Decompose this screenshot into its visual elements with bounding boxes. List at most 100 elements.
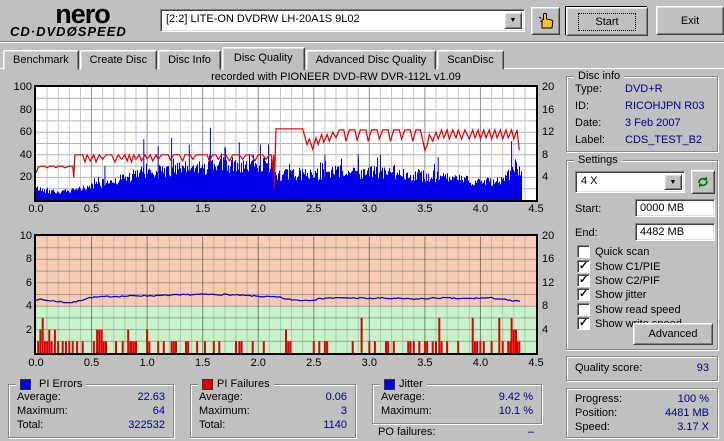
app-window: nero CD·DVDØSPEED [2:2] LITE-ON DVDRW LH… <box>0 0 724 441</box>
tab-advanced-disc-quality[interactable]: Advanced Disc Quality <box>305 50 437 70</box>
pi-errors-legend-icon <box>20 378 31 390</box>
axis-tick-label: 20 <box>542 81 555 93</box>
checkbox-show-jitter[interactable]: Show jitter <box>577 287 646 301</box>
axis-tick-label: 2.0 <box>250 203 266 215</box>
checkbox-box[interactable] <box>577 316 590 330</box>
disc-id-value: RICOHJPN R03 <box>625 100 705 112</box>
tab-create-disc[interactable]: Create Disc <box>79 50 158 70</box>
axis-tick-label: 60 <box>19 126 32 139</box>
axis-tick-label: 1.0 <box>139 357 155 369</box>
chevron-down-icon: ▼ <box>669 178 677 186</box>
axis-tick-label: 8 <box>25 253 32 266</box>
drive-select-value: [2:2] LITE-ON DVDRW LH-20A1S 9L02 <box>166 13 360 25</box>
tab-bar: Benchmark Create Disc Disc Info Disc Qua… <box>3 46 505 70</box>
jitter-stats: Jitter Average: 9.42 % Maximum: 10.1 % <box>372 378 542 424</box>
axis-tick-label: 8 <box>542 300 549 313</box>
speed-select[interactable]: 4 X ▼ <box>575 171 685 193</box>
drive-select-arrow[interactable]: ▼ <box>504 12 522 29</box>
end-field[interactable]: 4482 MB <box>635 223 715 241</box>
start-button-label: Start <box>578 12 636 31</box>
tab-disc-info[interactable]: Disc Info <box>158 50 221 70</box>
po-failures-label: PO failures: <box>378 426 436 438</box>
toolbar-divider <box>0 41 724 43</box>
axis-tick-label: 40 <box>19 148 32 161</box>
quality-score-panel: Quality score: 93 <box>566 356 718 381</box>
settings-title: Settings <box>574 154 622 166</box>
pi-failures-stats: PI Failures Average: 0.06 Maximum: 3 Tot… <box>190 378 356 438</box>
axis-tick-label: 2.0 <box>250 357 266 369</box>
axis-tick-label: 20 <box>19 171 32 184</box>
checkbox-show-read-speed[interactable]: Show read speed <box>577 303 681 316</box>
disc-info-title: Disc info <box>574 70 625 82</box>
refresh-icon <box>698 176 708 188</box>
axis-tick-label: 0.5 <box>83 203 100 215</box>
start-field[interactable]: 0000 MB <box>635 199 715 217</box>
axis-tick-label: 3.5 <box>417 203 433 215</box>
progress-panel: Progress: 100 % Position: 4481 MB Speed:… <box>566 388 718 438</box>
axis-tick-label: 6 <box>25 276 32 289</box>
axis-tick-label: 2.5 <box>306 357 322 369</box>
speed-select-arrow[interactable]: ▼ <box>664 174 682 190</box>
axis-tick-label: 1.0 <box>139 203 155 215</box>
hand-icon <box>538 12 553 29</box>
axis-tick-label: 20 <box>542 230 555 242</box>
po-failures-row: PO failures: – <box>378 426 534 438</box>
exit-button-label: Exit <box>680 14 700 27</box>
axis-tick-label: 2.5 <box>306 203 322 215</box>
disc-icon: Ø <box>66 24 78 39</box>
axis-tick-label: 8 <box>542 148 549 161</box>
refresh-button[interactable] <box>691 170 715 194</box>
checkbox-quick-scan[interactable]: Quick scan <box>577 245 649 258</box>
axis-tick-label: 80 <box>19 103 32 116</box>
exit-button[interactable]: Exit <box>656 6 724 35</box>
drive-select[interactable]: [2:2] LITE-ON DVDRW LH-20A1S 9L02 ▼ <box>160 9 525 32</box>
axis-tick-label: 0.0 <box>28 357 44 369</box>
checkbox-box[interactable] <box>577 303 590 316</box>
po-failures-value: – <box>527 426 534 438</box>
axis-tick-label: 4.0 <box>472 203 489 215</box>
pi-errors-stats: PI Errors Average: 22.63 Maximum: 64 Tot… <box>8 378 174 438</box>
eject-hand-button[interactable] <box>531 7 560 35</box>
axis-tick-label: 4.5 <box>528 357 544 369</box>
settings-group: Settings 4 X ▼ Start: 0000 MB End: 4482 … <box>566 154 718 350</box>
axis-tick-label: 4.5 <box>528 203 544 215</box>
pi-failures-legend-icon <box>202 378 213 390</box>
disc-label-value: CDS_TEST_B2 <box>625 134 703 146</box>
axis-tick-label: 10 <box>19 230 32 242</box>
checkbox-box[interactable] <box>577 259 590 273</box>
chevron-down-icon: ▼ <box>509 17 517 24</box>
axis-tick-label: 12 <box>542 126 555 139</box>
tab-disc-quality[interactable]: Disc Quality <box>221 47 305 70</box>
advanced-button[interactable]: Advanced <box>633 323 713 345</box>
axis-tick-label: 1.5 <box>195 203 211 215</box>
jitter-stats-title: Jitter <box>399 378 423 390</box>
axis-tick-label: 4.0 <box>472 357 489 369</box>
checkbox-show-c1-pie[interactable]: Show C1/PIE <box>577 259 660 273</box>
tab-scandisc[interactable]: ScanDisc <box>437 50 504 70</box>
pi-errors-chart <box>34 85 538 202</box>
axis-tick-label: 4 <box>542 171 549 184</box>
progress-value: 100 % <box>677 393 709 405</box>
tab-benchmark[interactable]: Benchmark <box>3 50 79 70</box>
axis-tick-label: 3.0 <box>361 357 377 369</box>
axis-tick-label: 3.5 <box>417 357 433 369</box>
logo-text-nero: nero <box>55 0 111 29</box>
axis-tick-label: 12 <box>542 276 555 289</box>
speed-value: 3.17 X <box>677 421 709 433</box>
speed-select-value: 4 X <box>581 175 598 187</box>
checkbox-box[interactable] <box>577 273 590 287</box>
axis-tick-label: 16 <box>542 253 555 266</box>
pi-failures-plot <box>35 236 536 353</box>
quality-score-value: 93 <box>696 362 709 374</box>
disc-date-value: 3 Feb 2007 <box>625 117 681 129</box>
checkbox-box[interactable] <box>577 287 590 301</box>
checkbox-show-c2-pif[interactable]: Show C2/PIF <box>577 273 660 287</box>
pi-errors-plot <box>35 87 536 200</box>
disc-type-value: DVD+R <box>625 83 663 95</box>
start-field-label: Start: <box>575 203 602 215</box>
pi-failures-jitter-chart <box>34 234 538 355</box>
start-button[interactable]: Start <box>565 6 648 36</box>
jitter-legend-icon <box>384 378 395 390</box>
checkbox-box[interactable] <box>577 245 590 258</box>
axis-tick-label: 3.0 <box>361 203 377 215</box>
